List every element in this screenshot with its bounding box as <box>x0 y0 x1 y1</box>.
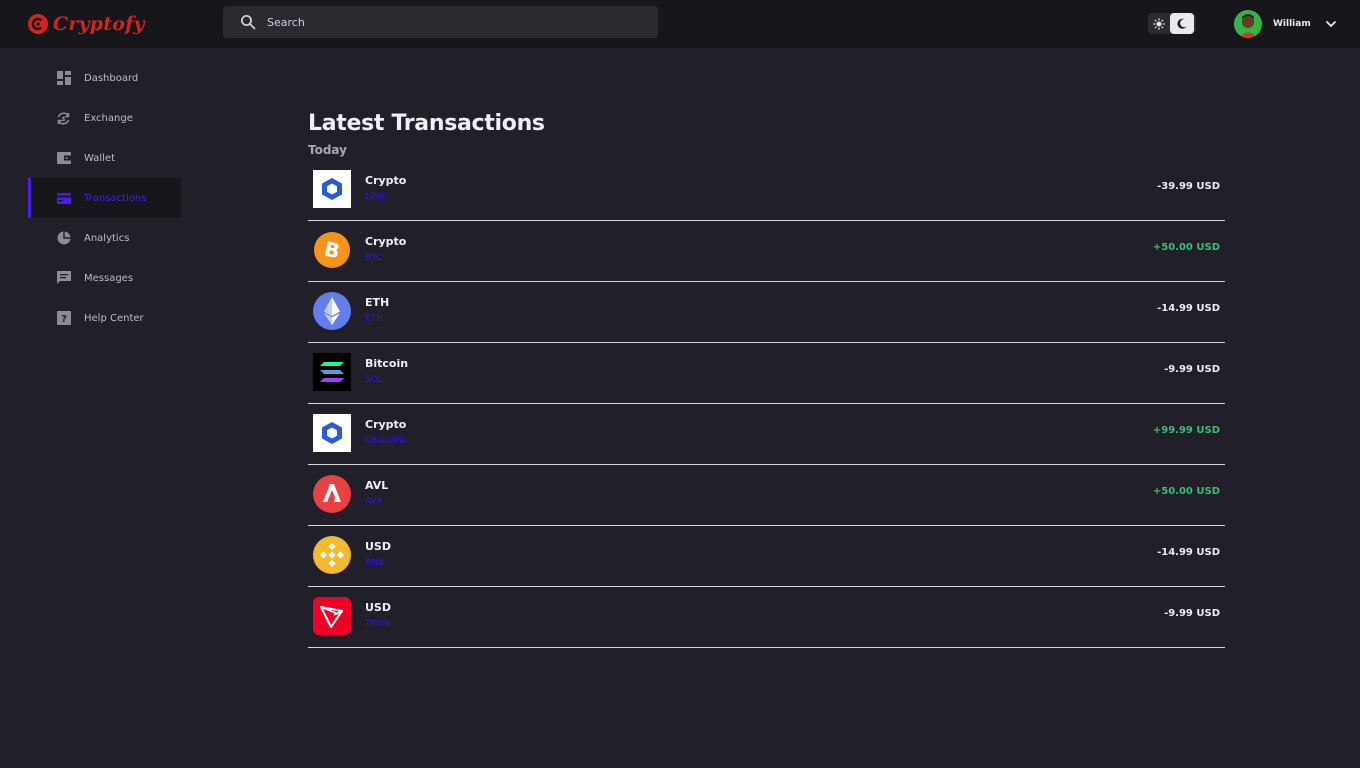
sidebar-item-dashboard[interactable]: Dashboard <box>28 58 181 98</box>
logo[interactable]: Cryptofy <box>27 10 145 38</box>
moon-icon <box>1177 18 1187 29</box>
chainlink-icon <box>313 170 351 208</box>
transaction-name: Bitcoin <box>365 357 409 370</box>
avalanche-icon <box>313 475 351 513</box>
user-name: William <box>1273 19 1311 29</box>
solana-icon <box>313 353 351 391</box>
transaction-name: USD <box>365 540 391 553</box>
sidebar-item-messages[interactable]: Messages <box>28 258 181 298</box>
top-bar: Cryptofy Search William <box>0 0 1360 48</box>
transaction-amount: -9.99 USD <box>1164 608 1220 619</box>
transaction-amount: -14.99 USD <box>1157 303 1220 314</box>
sidebar-item-label: Exchange <box>84 112 133 124</box>
user-menu[interactable]: William <box>1234 10 1337 38</box>
dark-mode-button[interactable] <box>1170 13 1194 34</box>
transaction-list: Crypto LINK -39.99 USD B Crypto BTC +50.… <box>308 160 1225 648</box>
dashboard-icon <box>56 71 71 86</box>
sidebar-item-label: Dashboard <box>84 72 139 84</box>
sidebar-item-label: Analytics <box>84 232 130 244</box>
theme-toggle[interactable] <box>1148 13 1196 34</box>
transaction-symbol: BNB <box>365 558 385 568</box>
sidebar-item-wallet[interactable]: Wallet <box>28 138 181 178</box>
avatar-image <box>1234 10 1262 38</box>
transaction-name: AVL <box>365 479 389 492</box>
sun-icon <box>1153 17 1165 30</box>
transaction-row[interactable]: USD BNB -14.99 USD <box>308 526 1225 587</box>
avatar[interactable] <box>1234 10 1262 38</box>
transaction-name: ETH <box>365 296 390 309</box>
transaction-name: Crypto <box>365 418 407 431</box>
transaction-row[interactable]: Bitcoin SOL -9.99 USD <box>308 343 1225 404</box>
tron-icon <box>313 597 351 635</box>
card-icon <box>56 191 71 206</box>
transaction-amount: +99.99 USD <box>1152 425 1220 436</box>
section-label: Today <box>308 143 347 157</box>
sidebar-item-transactions[interactable]: Transactions <box>28 178 181 218</box>
transaction-name: Crypto <box>365 235 407 248</box>
logo-icon <box>28 14 48 34</box>
sidebar-item-label: Help Center <box>84 312 144 324</box>
sidebar: Dashboard $ Exchange Wallet Transactions… <box>28 58 181 338</box>
binance-icon <box>313 536 351 574</box>
sidebar-item-exchange[interactable]: $ Exchange <box>28 98 181 138</box>
transaction-row[interactable]: B Crypto BTC +50.00 USD <box>308 221 1225 282</box>
transaction-row[interactable]: Crypto Chainlink +99.99 USD <box>308 404 1225 465</box>
svg-text:$: $ <box>61 116 65 123</box>
sidebar-item-label: Transactions <box>84 192 147 204</box>
transaction-name: USD <box>365 601 391 614</box>
transaction-row[interactable]: Crypto LINK -39.99 USD <box>308 160 1225 221</box>
transaction-symbol: LINK <box>365 192 386 202</box>
bitcoin-icon: B <box>313 231 351 269</box>
ethereum-icon <box>313 292 351 330</box>
transaction-symbol: TRON <box>365 619 391 629</box>
transaction-symbol: BTC <box>365 253 383 263</box>
transaction-name: Crypto <box>365 174 407 187</box>
chainlink-icon <box>313 414 351 452</box>
transaction-row[interactable]: ETH ETH -14.99 USD <box>308 282 1225 343</box>
search-input[interactable] <box>267 15 627 29</box>
svg-text:?: ? <box>61 314 67 325</box>
help-icon: ? <box>56 311 71 326</box>
pie-chart-icon <box>56 231 71 246</box>
sidebar-item-analytics[interactable]: Analytics <box>28 218 181 258</box>
light-mode-button[interactable] <box>1148 13 1170 34</box>
transaction-amount: -39.99 USD <box>1157 181 1220 192</box>
transaction-symbol: ETH <box>365 314 383 324</box>
transaction-symbol: Chainlink <box>365 436 407 446</box>
page-title: Latest Transactions <box>308 111 545 136</box>
transaction-amount: -14.99 USD <box>1157 547 1220 558</box>
search-icon <box>241 15 256 30</box>
transaction-amount: -9.99 USD <box>1164 364 1220 375</box>
exchange-icon: $ <box>56 111 71 126</box>
sidebar-item-label: Wallet <box>84 152 116 164</box>
sidebar-item-label: Messages <box>84 272 134 284</box>
brand-name: Cryptofy <box>53 13 145 35</box>
wallet-icon <box>56 151 71 166</box>
transaction-row[interactable]: AVL AVX +50.00 USD <box>308 465 1225 526</box>
message-icon <box>56 271 71 286</box>
transaction-row[interactable]: USD TRON -9.99 USD <box>308 587 1225 648</box>
search-bar[interactable] <box>223 6 658 38</box>
sidebar-item-help-center[interactable]: ? Help Center <box>28 298 181 338</box>
transaction-symbol: SOL <box>365 375 383 385</box>
transaction-symbol: AVX <box>365 497 383 507</box>
transaction-amount: +50.00 USD <box>1152 486 1220 497</box>
transaction-amount: +50.00 USD <box>1152 242 1220 253</box>
chevron-down-icon[interactable] <box>1325 18 1337 30</box>
